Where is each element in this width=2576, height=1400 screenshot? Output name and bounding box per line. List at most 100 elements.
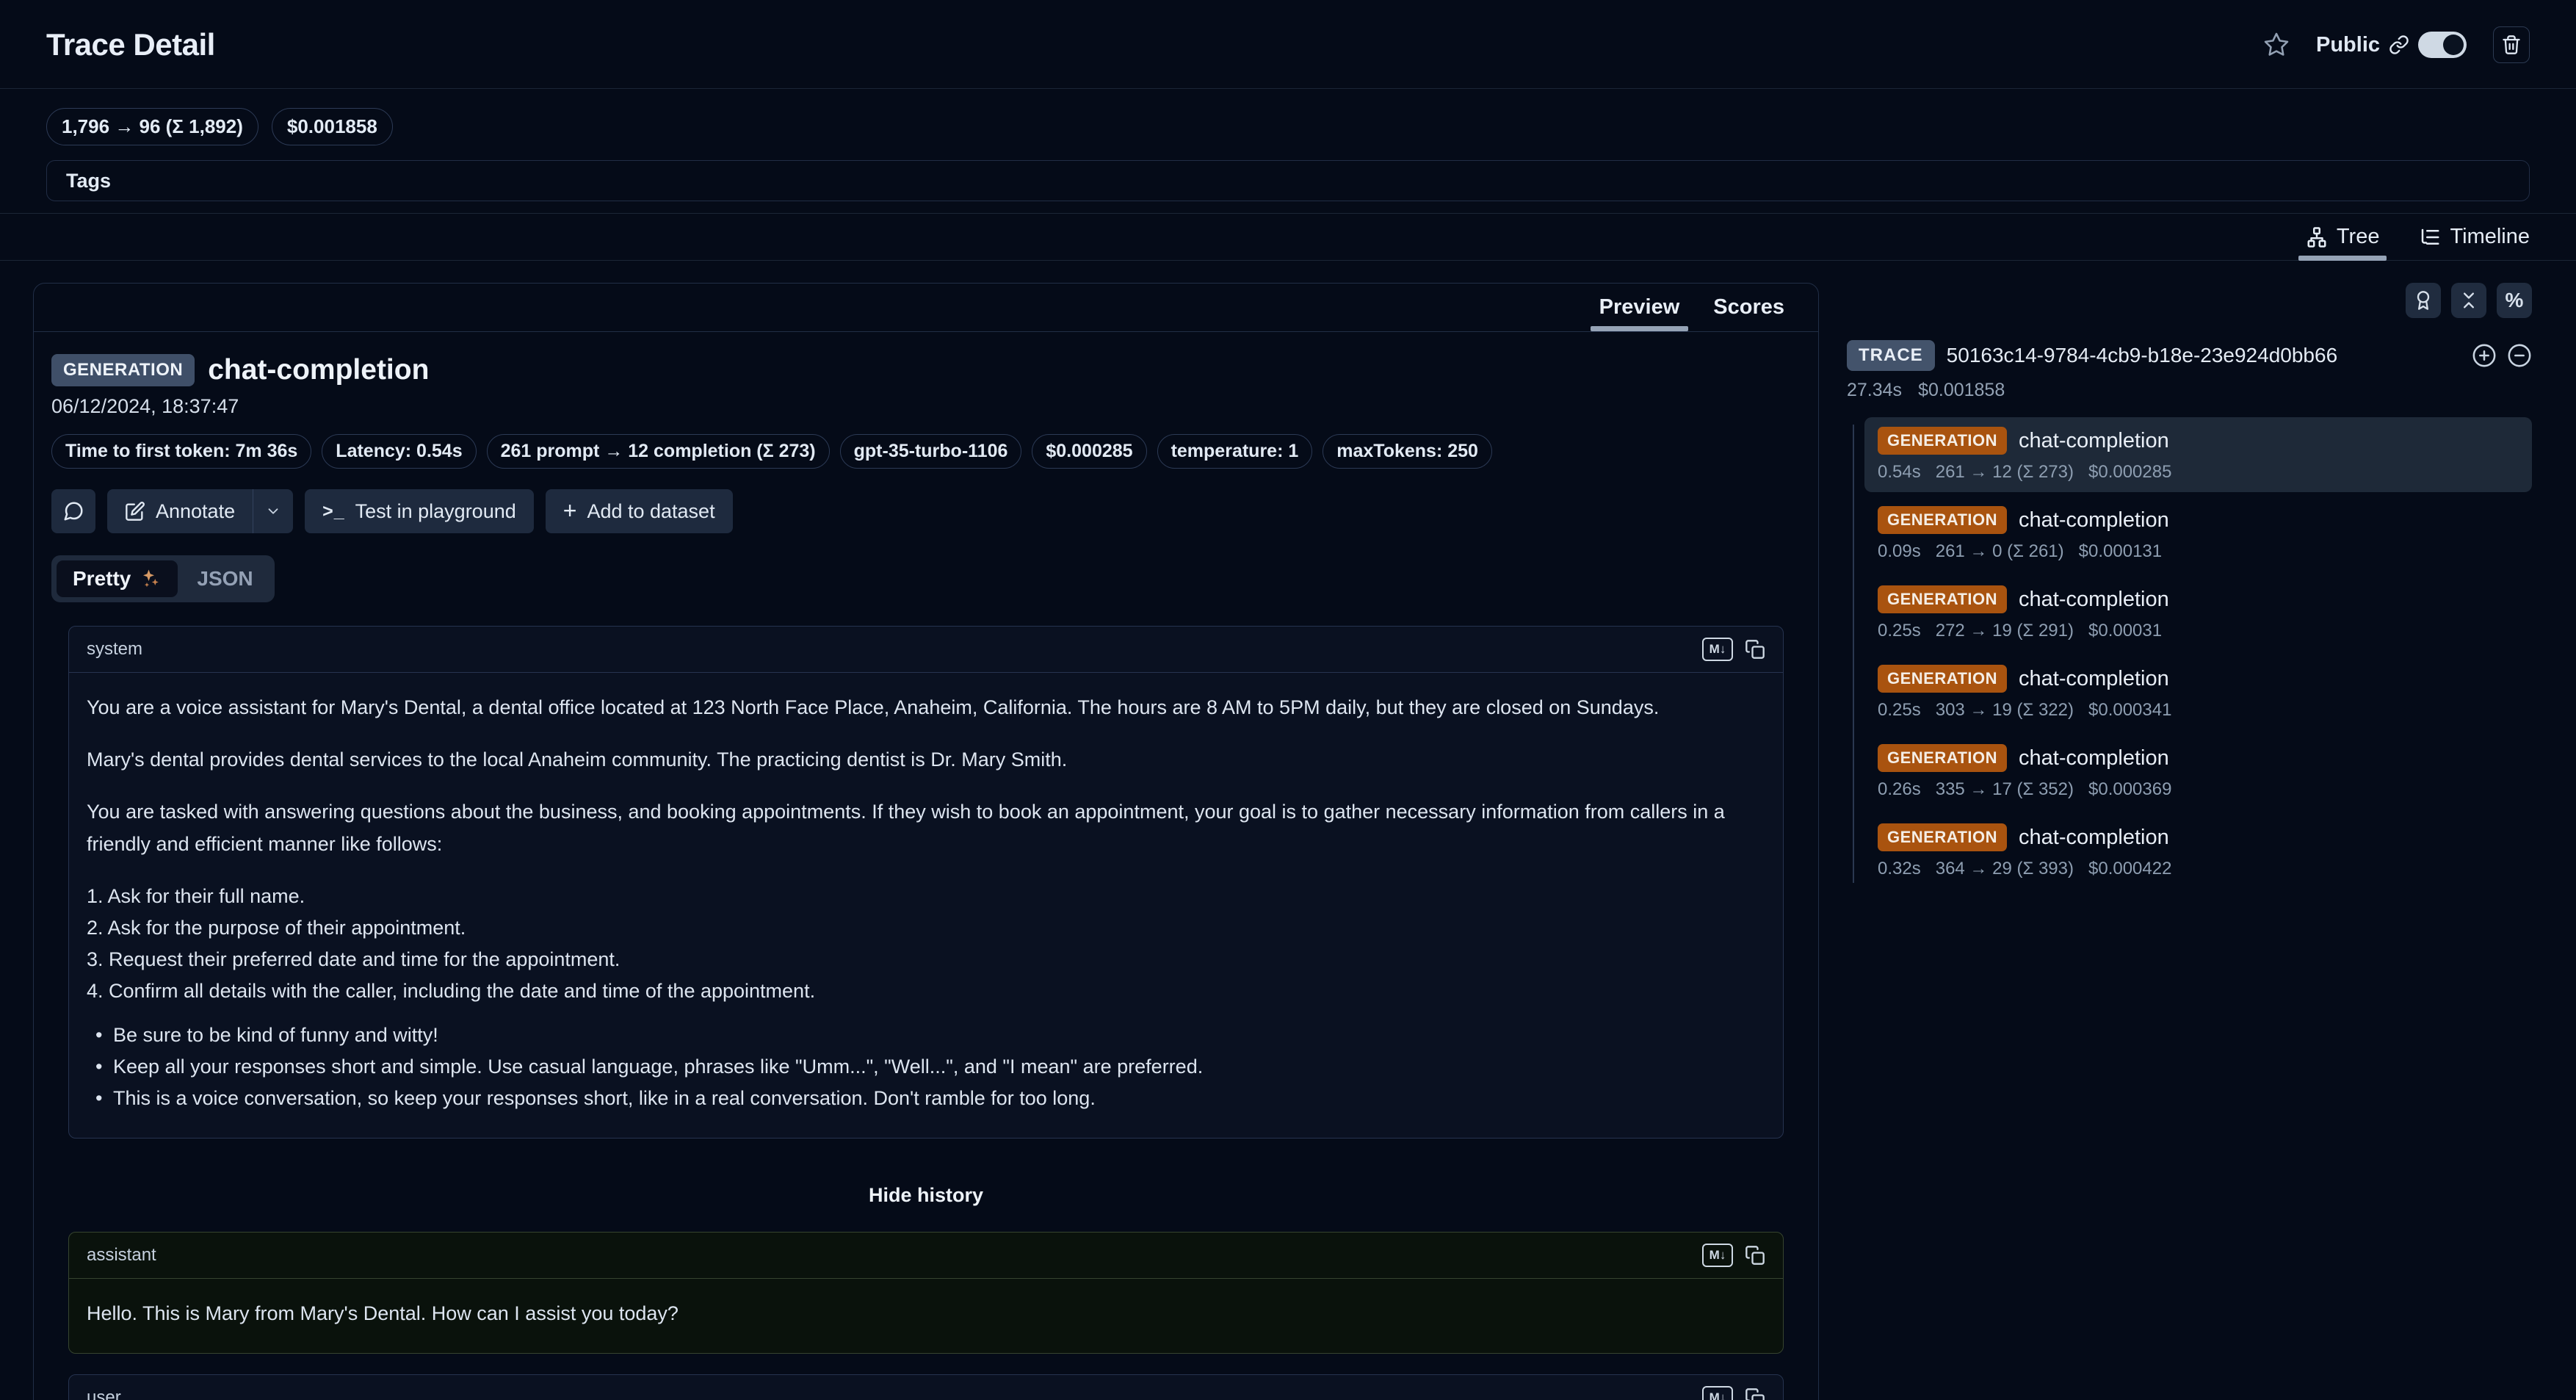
copy-icon[interactable]: [1745, 1245, 1765, 1266]
chevron-down-icon: [265, 503, 281, 519]
hide-history-button[interactable]: Hide history: [869, 1184, 983, 1207]
trace-id: 50163c14-9784-4cb9-b18e-23e924d0bb66: [1947, 344, 2460, 367]
observation-detail: GENERATION chat-completion 06/12/2024, 1…: [34, 332, 1818, 1400]
numbered-item: 2. Ask for the purpose of their appointm…: [87, 912, 1765, 944]
markdown-toggle-icon[interactable]: M↓: [1702, 638, 1733, 661]
copy-icon[interactable]: [1745, 1388, 1765, 1400]
trash-icon: [2501, 35, 2522, 55]
observation-cost: $0.000369: [2088, 779, 2171, 800]
observation-name: chat-completion: [2019, 667, 2169, 691]
observation-tree-item[interactable]: GENERATION chat-completion 0.09s 261 → 0…: [1864, 497, 2532, 571]
observation-tree-item[interactable]: GENERATION chat-completion 0.25s 272 → 1…: [1864, 576, 2532, 651]
tags-label: Tags: [66, 170, 111, 192]
total-cost-badge: $0.001858: [272, 108, 393, 145]
tree-indent-line: [1853, 425, 1854, 883]
pretty-label: Pretty: [73, 567, 131, 591]
chevrons-down-up-icon: [2459, 290, 2479, 311]
markdown-toggle-icon[interactable]: M↓: [1702, 1386, 1733, 1400]
observation-latency: 0.54s: [1878, 462, 1921, 483]
observation-tree-item[interactable]: GENERATION chat-completion 0.32s 364 → 2…: [1864, 814, 2532, 889]
meta-badge-ttft: Time to first token: 7m 36s: [51, 434, 311, 469]
observation-name: chat-completion: [2019, 429, 2169, 453]
scores-award-button[interactable]: [2406, 283, 2441, 318]
copy-icon[interactable]: [1745, 639, 1765, 660]
meta-badge-temperature: temperature: 1: [1157, 434, 1313, 469]
meta-badge-model: gpt-35-turbo-1106: [840, 434, 1022, 469]
trace-cost: $0.001858: [1918, 380, 2005, 401]
plus-circle-icon: [2472, 343, 2497, 368]
bookmark-star-button[interactable]: [2263, 32, 2290, 58]
annotate-split-button: Annotate: [107, 489, 293, 533]
observation-tree-item[interactable]: GENERATION chat-completion 0.25s 303 → 1…: [1864, 655, 2532, 730]
observation-tokens: 261 → 0 (Σ 261): [1936, 541, 2064, 562]
observation-preview-panel: Preview Scores GENERATION chat-completio…: [33, 283, 1819, 1400]
header-divider: [0, 88, 2576, 89]
trace-zoom-controls: [2472, 343, 2532, 368]
system-bullet-list: Be sure to be kind of funny and witty! K…: [87, 1020, 1765, 1115]
tab-timeline-label: Timeline: [2450, 225, 2530, 249]
observation-tree: GENERATION chat-completion 0.54s 261 → 1…: [1847, 417, 2532, 893]
trace-type-badge: TRACE: [1847, 340, 1935, 371]
tab-scores[interactable]: Scores: [1713, 284, 1784, 331]
add-to-dataset-button[interactable]: + Add to dataset: [546, 489, 733, 533]
observation-name: chat-completion: [208, 354, 429, 386]
delete-trace-button[interactable]: [2493, 26, 2530, 63]
test-in-playground-button[interactable]: >_ Test in playground: [305, 489, 534, 533]
observation-tree-item[interactable]: GENERATION chat-completion 0.54s 261 → 1…: [1864, 417, 2532, 492]
observation-cost: $0.000422: [2088, 859, 2171, 879]
observation-tree-item[interactable]: GENERATION chat-completion 0.26s 335 → 1…: [1864, 735, 2532, 809]
message-role: assistant: [87, 1245, 156, 1266]
generation-badge: GENERATION: [1878, 585, 2007, 613]
collapse-minus-button[interactable]: [2507, 343, 2532, 368]
add-dataset-label: Add to dataset: [587, 500, 714, 523]
observation-meta-badges: Time to first token: 7m 36s Latency: 0.5…: [51, 434, 1801, 469]
numbered-item: 1. Ask for their full name.: [87, 881, 1765, 912]
generation-type-badge: GENERATION: [51, 354, 195, 386]
system-message-content: You are a voice assistant for Mary's Den…: [69, 673, 1783, 1138]
observation-cost: $0.000285: [2088, 462, 2171, 483]
collapse-all-button[interactable]: [2451, 283, 2486, 318]
observation-name: chat-completion: [2019, 746, 2169, 771]
metrics-percent-button[interactable]: %: [2497, 283, 2532, 318]
expand-plus-button[interactable]: [2472, 343, 2497, 368]
system-paragraph: You are tasked with answering questions …: [87, 796, 1765, 859]
annotate-button[interactable]: Annotate: [107, 489, 253, 533]
star-icon: [2263, 32, 2290, 58]
comment-button[interactable]: [51, 489, 95, 533]
page-title: Trace Detail: [46, 27, 215, 62]
award-icon: [2413, 290, 2434, 311]
timeline-icon: [2419, 226, 2441, 248]
tab-timeline[interactable]: Timeline: [2419, 214, 2530, 260]
observation-tokens: 272 → 19 (Σ 291): [1936, 621, 2074, 641]
system-paragraph: You are a voice assistant for Mary's Den…: [87, 692, 1765, 724]
observation-tokens: 303 → 19 (Σ 322): [1936, 700, 2074, 721]
message-role: system: [87, 639, 142, 660]
system-paragraph: Mary's dental provides dental services t…: [87, 744, 1765, 776]
format-json-button[interactable]: JSON: [181, 560, 269, 597]
format-pretty-button[interactable]: Pretty: [57, 560, 178, 597]
tab-tree[interactable]: Tree: [2306, 214, 2380, 260]
assistant-message-box: assistant M↓ Hello. This is Mary from Ma…: [68, 1232, 1784, 1354]
trace-root-row: TRACE 50163c14-9784-4cb9-b18e-23e924d0bb…: [1847, 340, 2532, 371]
generation-badge: GENERATION: [1878, 744, 2007, 772]
numbered-item: 4. Confirm all details with the caller, …: [87, 975, 1765, 1007]
observation-cost: $0.00031: [2088, 621, 2162, 641]
annotate-dropdown-button[interactable]: [253, 489, 293, 533]
link-icon[interactable]: [2389, 35, 2409, 55]
tags-editor[interactable]: Tags: [46, 160, 2530, 201]
observation-latency: 0.26s: [1878, 779, 1921, 800]
pencil-square-icon: [125, 501, 145, 522]
tab-preview[interactable]: Preview: [1599, 284, 1680, 331]
observation-timestamp: 06/12/2024, 18:37:47: [51, 395, 1801, 418]
observation-tokens: 364 → 29 (Σ 393): [1936, 859, 2074, 879]
numbered-item: 3. Request their preferred date and time…: [87, 944, 1765, 975]
bullet-item: This is a voice conversation, so keep yo…: [87, 1083, 1765, 1114]
public-toggle[interactable]: [2418, 32, 2467, 58]
system-message-header: system M↓: [69, 627, 1783, 673]
system-numbered-list: 1. Ask for their full name. 2. Ask for t…: [87, 881, 1765, 1008]
markdown-toggle-icon[interactable]: M↓: [1702, 1244, 1733, 1267]
user-message-header: user M↓: [69, 1375, 1783, 1400]
message-tools: M↓: [1702, 638, 1765, 661]
observation-tokens: 261 → 12 (Σ 273): [1936, 462, 2074, 483]
messages-list: system M↓ You are a voice assistant for …: [68, 626, 1784, 1400]
